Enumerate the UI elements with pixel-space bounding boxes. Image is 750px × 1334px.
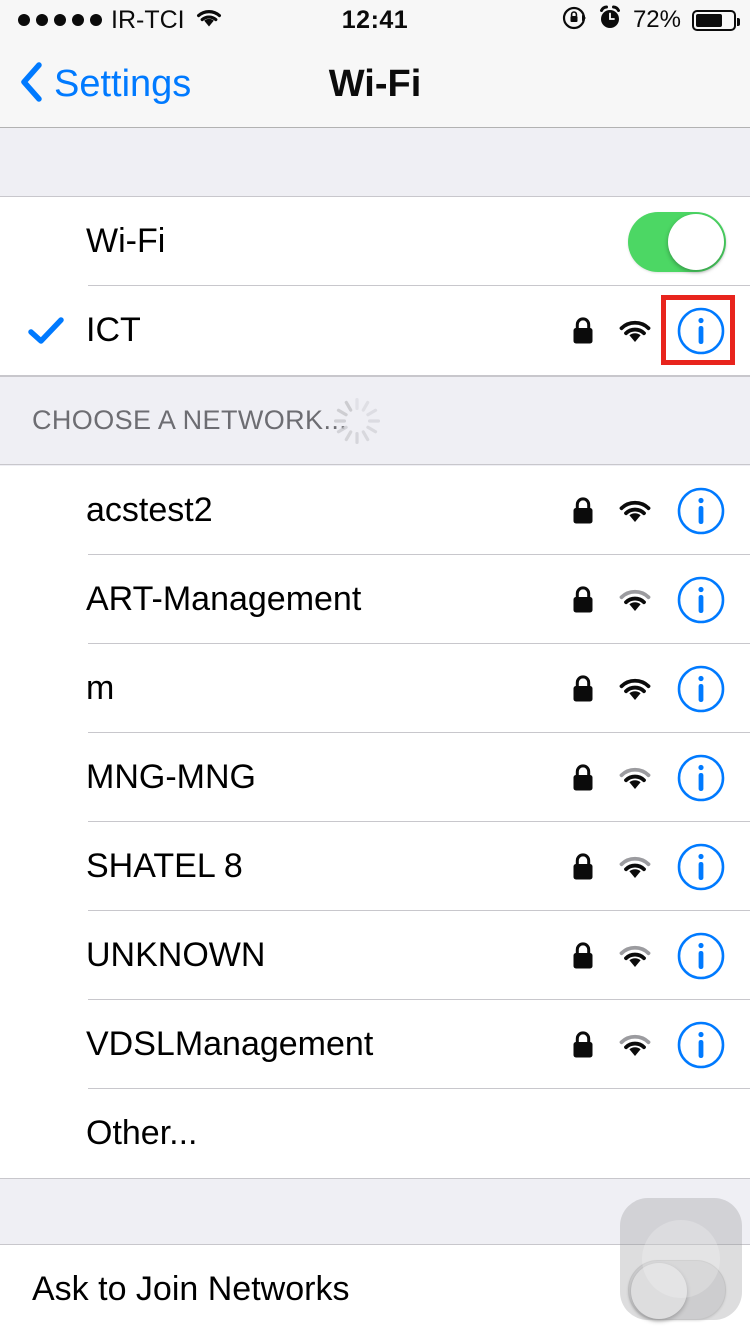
wifi-signal-icon <box>616 764 654 792</box>
other-network-label: Other... <box>86 1114 198 1152</box>
network-row-icons <box>572 842 726 892</box>
wifi-signal-icon <box>616 1031 654 1059</box>
lock-icon <box>572 674 594 703</box>
network-row-icons <box>572 664 726 714</box>
wifi-signal-icon <box>616 853 654 881</box>
connected-network-icons <box>572 306 726 356</box>
info-button[interactable] <box>676 753 726 803</box>
network-name: UNKNOWN <box>86 936 266 974</box>
network-name: ART-Management <box>86 580 362 618</box>
wifi-switch-knob <box>668 213 724 270</box>
connected-network-row[interactable]: ICT <box>0 286 750 375</box>
ask-to-join-label: Ask to Join Networks <box>32 1270 350 1308</box>
battery-icon <box>692 9 740 31</box>
lock-icon <box>572 496 594 525</box>
wifi-signal-icon <box>616 942 654 970</box>
wifi-signal-icon <box>616 317 654 345</box>
status-bar: IR-TCI 12:41 72% <box>0 0 750 40</box>
network-row-icons <box>572 753 726 803</box>
network-row[interactable]: SHATEL 8 <box>0 822 750 911</box>
wifi-signal-icon <box>616 586 654 614</box>
info-button[interactable] <box>676 931 726 981</box>
lock-icon <box>572 763 594 792</box>
info-button[interactable] <box>676 575 726 625</box>
network-name: m <box>86 669 115 707</box>
network-row[interactable]: VDSLManagement <box>0 1000 750 1089</box>
info-button[interactable] <box>676 1020 726 1070</box>
battery-percentage: 72% <box>632 6 681 33</box>
wifi-signal-icon <box>616 675 654 703</box>
top-gap-spacer <box>0 129 750 196</box>
info-button[interactable] <box>676 306 726 356</box>
bottom-gap-spacer <box>0 1180 750 1244</box>
network-row-icons <box>572 486 726 536</box>
lock-icon <box>572 585 594 614</box>
info-button[interactable] <box>676 664 726 714</box>
network-row[interactable]: ART-Management <box>0 555 750 644</box>
ask-to-join-switch-knob <box>631 1262 687 1319</box>
choose-network-label: CHOOSE A NETWORK... <box>32 405 348 435</box>
ask-to-join-group: Ask to Join Networks <box>0 1244 750 1334</box>
wifi-signal-icon <box>616 497 654 525</box>
wifi-toggle-right <box>628 211 726 272</box>
lock-icon <box>572 941 594 970</box>
wifi-toggle-row[interactable]: Wi-Fi <box>0 197 750 286</box>
other-network-row[interactable]: Other... <box>0 1089 750 1178</box>
lock-icon <box>572 852 594 881</box>
page-title: Wi-Fi <box>328 62 422 105</box>
info-button[interactable] <box>676 842 726 892</box>
ask-to-join-right <box>628 1259 726 1320</box>
network-rows: acstest2 ART-Management m MNG-MNG SHATEL 8 UN… <box>0 466 750 1089</box>
network-row[interactable]: MNG-MNG <box>0 733 750 822</box>
lock-icon <box>572 1030 594 1059</box>
wifi-group: Wi-Fi ICT <box>0 196 750 376</box>
lock-icon <box>572 316 594 345</box>
info-button[interactable] <box>676 486 726 536</box>
rotation-lock-icon <box>561 5 587 36</box>
connected-network-name: ICT <box>86 311 141 349</box>
network-row[interactable]: m <box>0 644 750 733</box>
wifi-switch[interactable] <box>628 211 726 272</box>
network-name: acstest2 <box>86 491 213 529</box>
checkmark-icon <box>28 313 64 349</box>
alarm-clock-icon <box>598 5 622 36</box>
iphone-screen: IR-TCI 12:41 72% Settings Wi-Fi Wi-Fi IC… <box>0 0 750 1334</box>
network-row-icons <box>572 575 726 625</box>
battery-fill <box>696 13 722 27</box>
wifi-toggle-label: Wi-Fi <box>86 222 166 260</box>
network-row[interactable]: UNKNOWN <box>0 911 750 1000</box>
activity-spinner-icon <box>330 394 384 448</box>
network-list-group: acstest2 ART-Management m MNG-MNG SHATEL 8 UN… <box>0 466 750 1179</box>
choose-network-header: CHOOSE A NETWORK... <box>0 376 750 465</box>
status-bar-right: 72% <box>561 5 740 36</box>
ask-to-join-switch[interactable] <box>628 1259 726 1320</box>
ask-to-join-row[interactable]: Ask to Join Networks <box>0 1245 750 1334</box>
network-name: SHATEL 8 <box>86 847 243 885</box>
network-row-icons <box>572 1020 726 1070</box>
network-row[interactable]: acstest2 <box>0 466 750 555</box>
network-name: MNG-MNG <box>86 758 256 796</box>
network-row-icons <box>572 931 726 981</box>
network-name: VDSLManagement <box>86 1025 374 1063</box>
navigation-bar: Settings Wi-Fi <box>0 40 750 128</box>
